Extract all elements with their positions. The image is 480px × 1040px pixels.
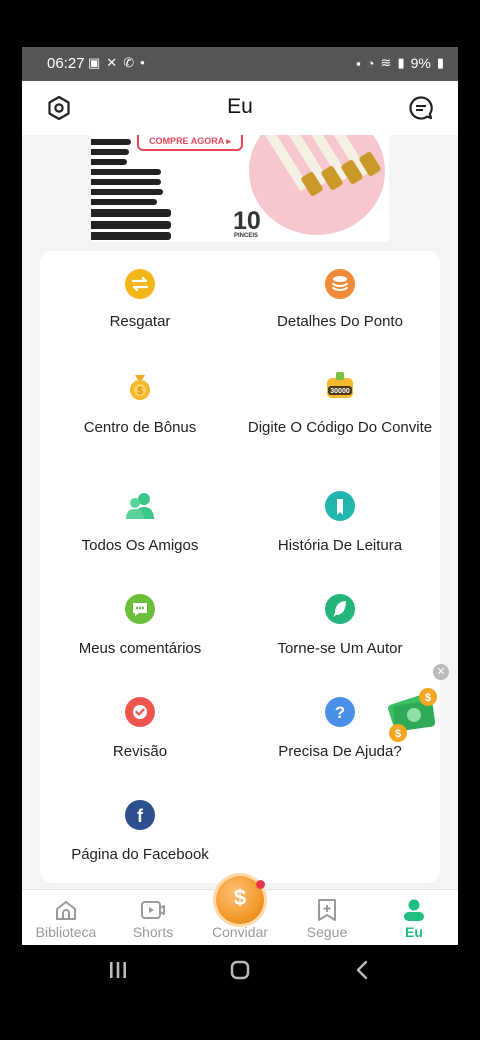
svg-text:30000: 30000 — [330, 388, 350, 395]
alarm-icon: ◔ — [366, 55, 375, 71]
notification-dot — [256, 880, 265, 889]
signal-icon: ▮ — [397, 55, 405, 70]
buy-now-button[interactable]: COMPRE AGORA ▸ — [137, 135, 243, 151]
menu-item-facebook-page[interactable]: f Página do Facebook — [40, 800, 240, 870]
image-icon: ▣ — [88, 55, 101, 70]
menu-item-my-comments[interactable]: Meus comentários — [40, 594, 240, 664]
friends-icon — [126, 493, 154, 519]
menu-item-bonus-center[interactable]: $ Centro de Bônus — [40, 371, 240, 441]
coin-bag-icon: $ — [130, 375, 150, 400]
lock-icon: ▪ — [356, 55, 361, 71]
code-box-icon: 30000 — [327, 372, 353, 398]
close-icon[interactable]: ✕ — [433, 664, 449, 680]
svg-text:$: $ — [425, 692, 431, 704]
banner-stripes-graphic — [91, 135, 171, 242]
bookmark-add-icon — [318, 899, 336, 921]
coins-stack-icon — [325, 269, 355, 299]
svg-text:?: ? — [335, 703, 345, 722]
wifi-icon: ≋ — [380, 55, 392, 70]
battery-percent: 9% — [410, 55, 431, 71]
facebook-icon: f — [125, 800, 155, 830]
video-icon — [141, 901, 165, 919]
help-icon: ? — [325, 697, 355, 727]
menu-item-redeem[interactable]: Resgatar — [40, 269, 240, 339]
menu-item-reading-history[interactable]: História De Leitura — [240, 491, 440, 561]
status-right-icons: ▪ ◔ ≋ ▮ 9% ▮ — [356, 55, 444, 71]
battery-icon: ▮ — [436, 55, 444, 70]
home-button-icon[interactable] — [230, 960, 250, 980]
svg-text:$: $ — [137, 386, 143, 397]
exchange-icon — [125, 269, 155, 299]
feather-icon — [325, 594, 355, 624]
menu-card: Resgatar Detalhes Do Ponto $ Centro de B… — [40, 251, 440, 883]
menu-item-all-friends[interactable]: Todos Os Amigos — [40, 491, 240, 561]
promo-banner[interactable]: COMPRE AGORA ▸ 10 PINCEIS — [91, 135, 389, 242]
status-bar: 06:27 ▣ ✕ ✆ • ▪ ◔ ≋ ▮ 9% ▮ — [22, 47, 458, 81]
bottom-nav: Biblioteca Shorts Convidar $ Segue Eu — [22, 876, 458, 945]
nav-me[interactable]: Eu — [370, 890, 458, 945]
svg-text:$: $ — [395, 728, 401, 740]
status-time: 06:27 — [47, 55, 85, 72]
app-header: Eu — [22, 81, 458, 135]
banner-count: 10 — [233, 207, 261, 235]
reading-history-icon — [325, 491, 355, 521]
menu-item-invite-code[interactable]: 30000 Digite O Código Do Convite — [240, 371, 440, 461]
status-left-icons: ▣ ✕ ✆ • — [88, 55, 145, 71]
top-bezel — [0, 0, 480, 47]
nav-follow[interactable]: Segue — [283, 890, 371, 945]
system-nav-bar — [0, 945, 480, 1040]
svg-text:f: f — [137, 806, 144, 826]
menu-item-become-author[interactable]: Torne-se Um Autor — [240, 594, 440, 664]
nav-library[interactable]: Biblioteca — [22, 890, 110, 945]
menu-item-review[interactable]: Revisão — [40, 697, 240, 767]
phone-screen: 06:27 ▣ ✕ ✆ • ▪ ◔ ≋ ▮ 9% ▮ Eu COMPRE AGO… — [22, 47, 458, 945]
whatsapp-icon: ✆ — [123, 55, 135, 70]
recent-apps-icon[interactable] — [108, 961, 128, 979]
back-icon[interactable] — [354, 960, 370, 980]
message-icon[interactable] — [408, 95, 434, 121]
comment-icon — [125, 594, 155, 624]
review-icon — [125, 697, 155, 727]
nav-shorts[interactable]: Shorts — [109, 890, 197, 945]
menu-item-point-details[interactable]: Detalhes Do Ponto — [240, 269, 440, 339]
dot-icon: • — [140, 55, 145, 70]
person-icon — [404, 899, 424, 921]
brushes-image — [249, 135, 385, 235]
money-gift-icon[interactable]: $ $ — [384, 685, 440, 745]
home-icon — [56, 901, 76, 920]
banner-subtitle: PINCEIS — [234, 233, 259, 239]
page-title: Eu — [227, 95, 253, 118]
gallery-icon: ✕ — [106, 55, 118, 70]
